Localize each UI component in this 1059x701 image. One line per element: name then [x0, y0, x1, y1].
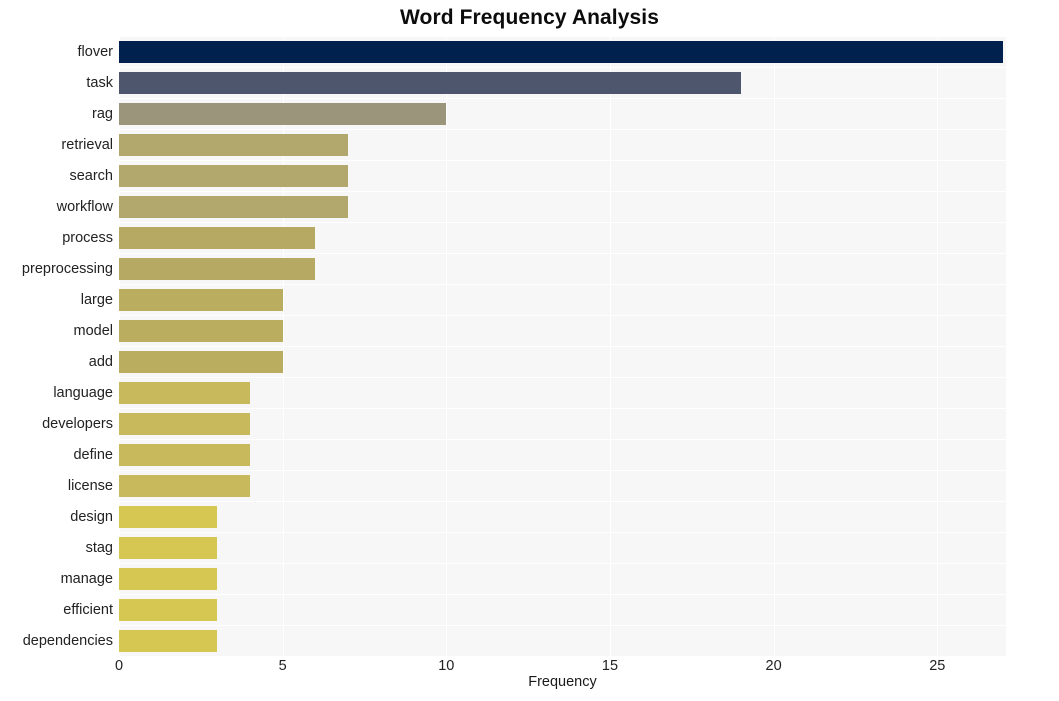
bar-task: [119, 71, 741, 94]
word-frequency-chart-figure: Word Frequency Analysis flover task rag ret…: [0, 0, 1059, 701]
x-tick-label-20: 20: [765, 658, 782, 674]
horizontal-gridline: [119, 346, 1006, 347]
page-title: Word Frequency Analysis: [399, 6, 660, 29]
plot-area: [119, 36, 1006, 656]
bar-define: [119, 443, 250, 466]
horizontal-gridline: [119, 315, 1006, 316]
y-tick-label-workflow: workflow: [56, 198, 113, 215]
horizontal-gridline: [119, 36, 1006, 37]
y-tick-label-stag: stag: [85, 539, 113, 556]
bar-rag: [119, 102, 447, 125]
horizontal-gridline: [119, 439, 1006, 440]
y-tick-label-add: add: [88, 353, 113, 370]
y-tick-label-task: task: [86, 74, 113, 91]
y-tick-label-manage: manage: [60, 570, 113, 587]
bar-retrieval: [119, 133, 349, 156]
bar-process: [119, 226, 316, 249]
bar-license: [119, 474, 250, 497]
bar-preprocessing: [119, 257, 316, 280]
bar-large: [119, 288, 283, 311]
x-tick-label-5: 5: [278, 658, 287, 674]
x-tick-label-15: 15: [601, 658, 619, 674]
horizontal-gridline: [119, 160, 1006, 161]
horizontal-gridline: [119, 563, 1006, 564]
bar-manage: [119, 567, 218, 590]
bar-efficient: [119, 598, 218, 621]
y-tick-label-design: design: [70, 508, 113, 525]
y-tick-label-preprocessing: preprocessing: [21, 260, 113, 277]
horizontal-gridline: [119, 594, 1006, 595]
bar-add: [119, 350, 283, 373]
horizontal-gridline: [119, 470, 1006, 471]
y-tick-label-developers: developers: [42, 415, 113, 432]
x-tick-label-25: 25: [929, 658, 946, 674]
horizontal-gridline: [119, 129, 1006, 130]
y-tick-label-retrieval: retrieval: [61, 136, 113, 153]
horizontal-gridline: [119, 501, 1006, 502]
bar-developers: [119, 412, 250, 435]
y-tick-label-language: language: [53, 384, 113, 401]
bar-stag: [119, 536, 218, 559]
y-tick-label-efficient: efficient: [63, 601, 113, 618]
horizontal-gridline: [119, 222, 1006, 223]
y-tick-label-dependencies: dependencies: [22, 632, 113, 649]
x-tick-label-10: 10: [438, 658, 455, 674]
horizontal-gridline: [119, 253, 1006, 254]
y-tick-label-search: search: [69, 167, 113, 184]
bar-flover: [119, 40, 1003, 63]
horizontal-gridline: [119, 532, 1006, 533]
y-tick-label-large: large: [80, 291, 113, 308]
y-tick-label-model: model: [73, 322, 114, 339]
y-tick-label-rag: rag: [92, 105, 113, 122]
bar-search: [119, 164, 349, 187]
y-tick-label-flover: flover: [77, 43, 113, 60]
y-tick-label-process: process: [62, 229, 113, 246]
bar-workflow: [119, 195, 349, 218]
horizontal-gridline: [119, 625, 1006, 626]
horizontal-gridline: [119, 408, 1006, 409]
horizontal-gridline: [119, 67, 1006, 68]
x-axis-label: Frequency: [528, 674, 597, 690]
bar-model: [119, 319, 283, 342]
bar-language: [119, 381, 250, 404]
horizontal-gridline: [119, 98, 1006, 99]
horizontal-gridline: [119, 191, 1006, 192]
x-tick-label-0: 0: [114, 658, 124, 674]
bar-dependencies: [119, 629, 218, 652]
horizontal-gridline: [119, 284, 1006, 285]
y-tick-label-license: license: [67, 477, 113, 494]
y-axis-tick-labels: flover task rag retrieval search workflow proc…: [0, 36, 113, 656]
bar-design: [119, 505, 218, 528]
horizontal-gridline: [119, 377, 1006, 378]
y-tick-label-define: define: [73, 446, 113, 463]
